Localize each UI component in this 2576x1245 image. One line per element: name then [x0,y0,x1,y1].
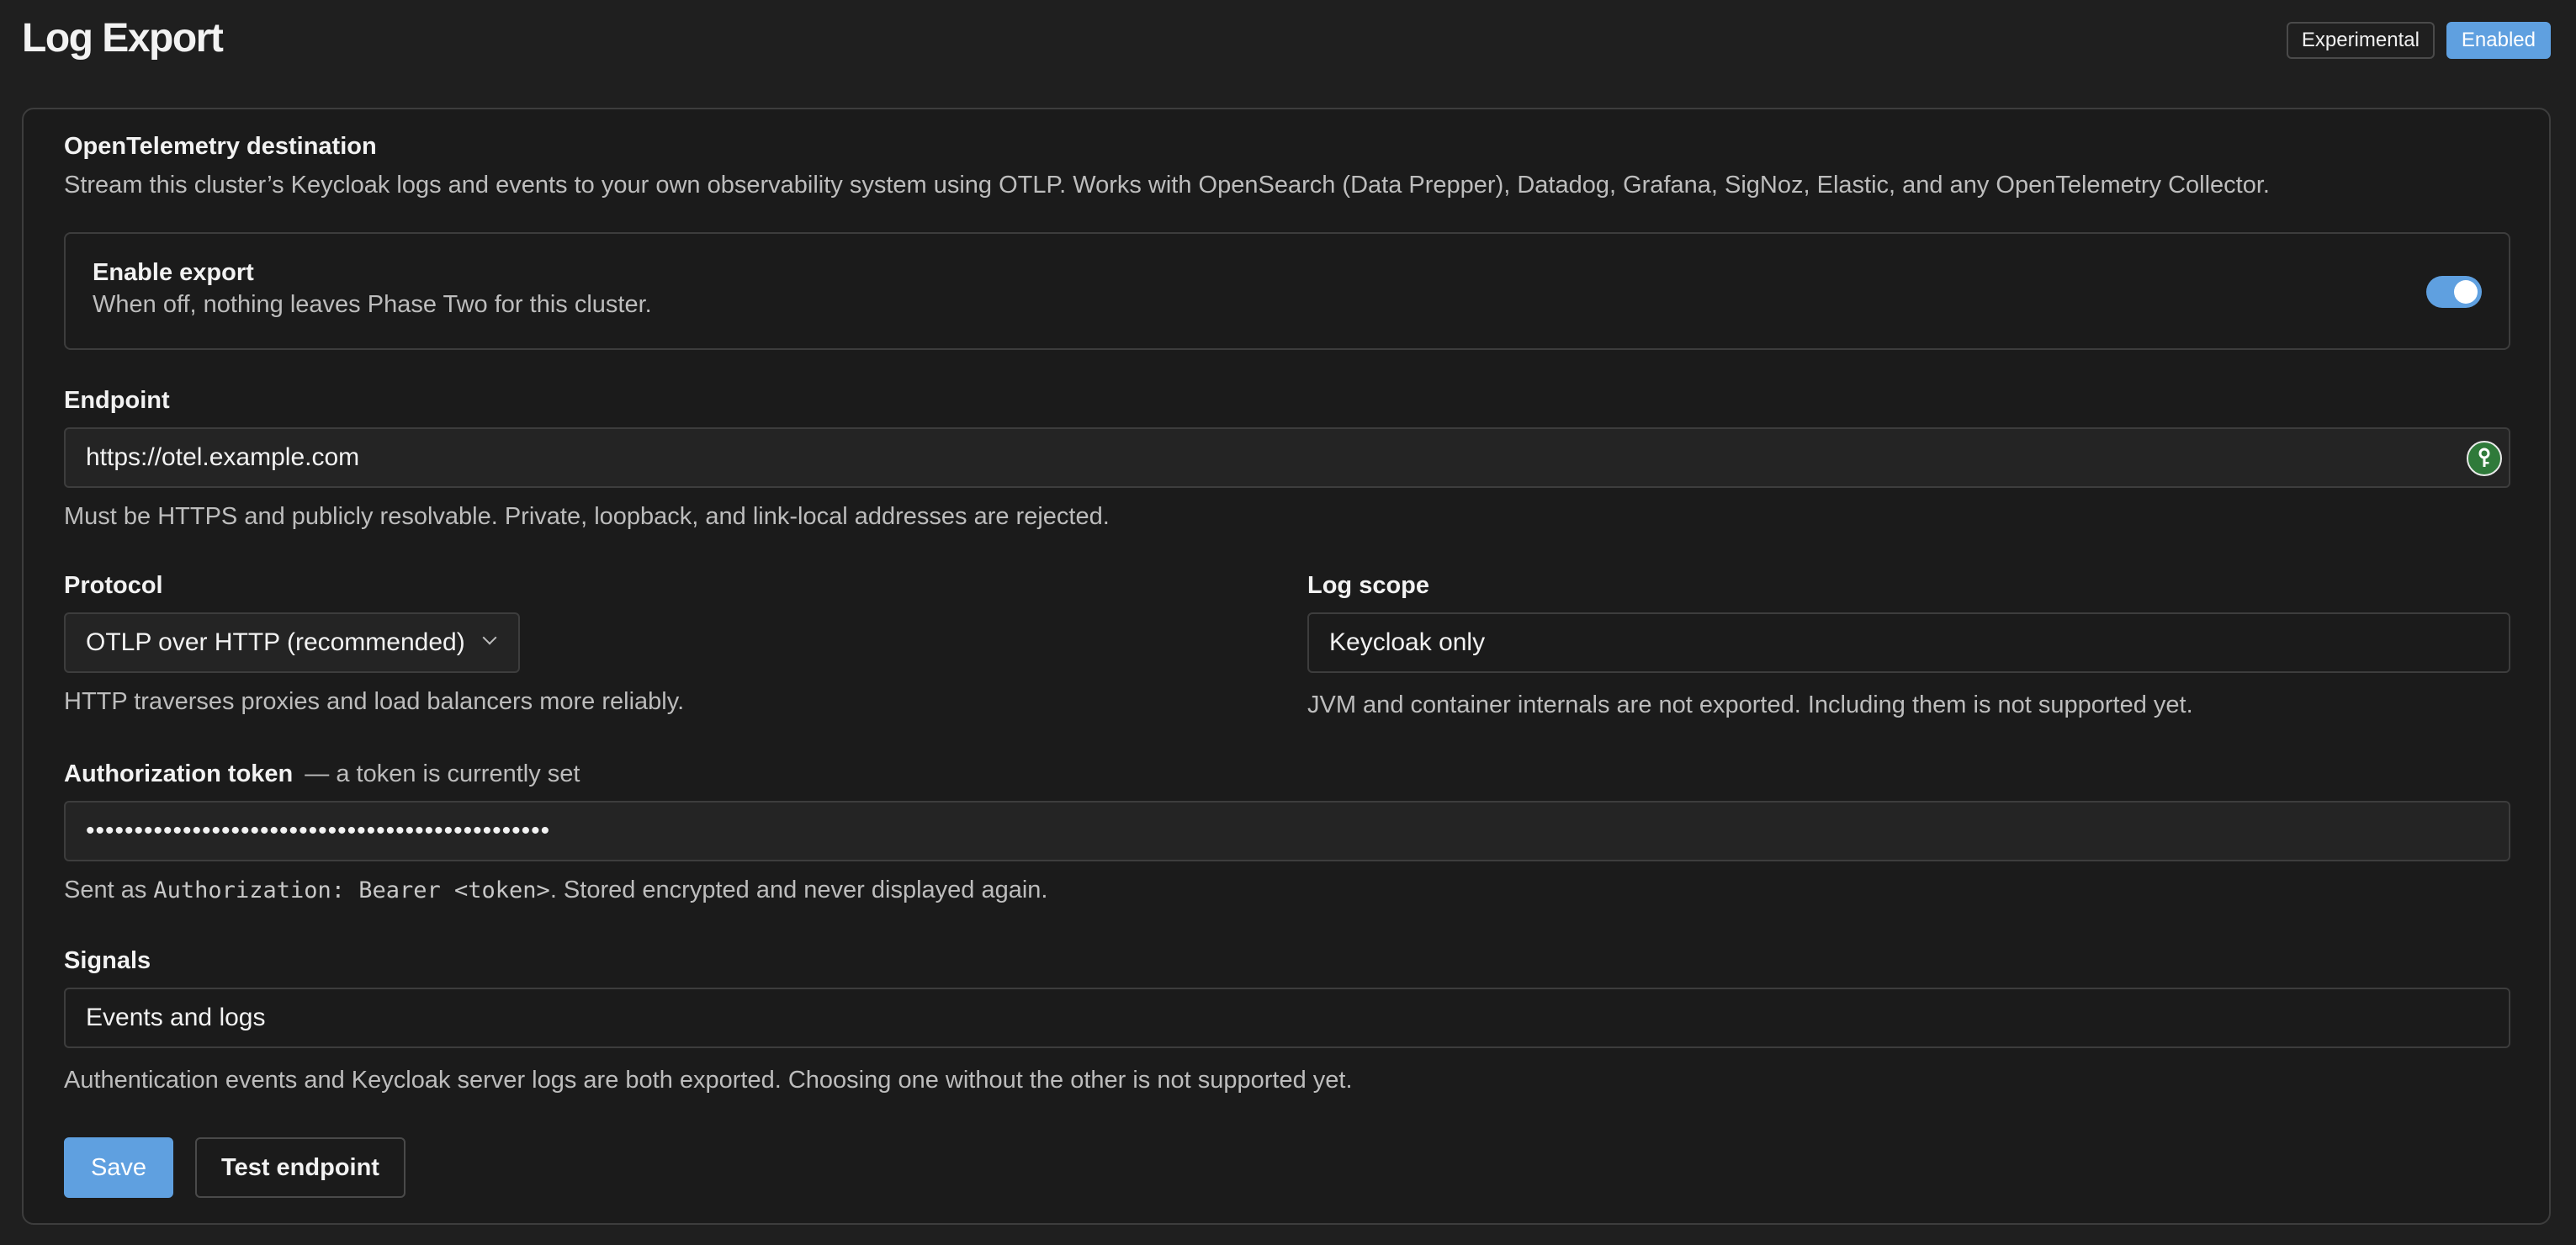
endpoint-label: Endpoint [64,387,170,414]
auth-token-label-text: Authorization token [64,760,294,787]
auth-token-help: Sent as Authorization: Bearer <token>. S… [64,877,1048,903]
enable-export-title: Enable export [93,259,254,286]
endpoint-help: Must be HTTPS and publicly resolvable. P… [64,503,1110,530]
protocol-label: Protocol [64,572,163,599]
log-scope-field[interactable]: Keycloak only [1307,612,2510,673]
status-badges: Experimental Enabled [2286,22,2551,59]
endpoint-value: https://otel.example.com [86,443,360,471]
section-description: Stream this cluster’s Keycloak logs and … [64,172,2270,199]
section-title: OpenTelemetry destination [64,133,377,160]
page-title: Log Export [22,16,224,61]
auth-token-status: — a token is currently set [305,760,580,787]
password-manager-key-icon[interactable] [2467,441,2502,476]
experimental-badge: Experimental [2286,22,2435,59]
log-scope-label: Log scope [1307,572,1430,599]
save-button[interactable]: Save [64,1137,173,1198]
enabled-badge: Enabled [2446,22,2551,59]
chevron-down-icon [482,630,497,645]
log-scope-help: JVM and container internals are not expo… [1307,691,2193,718]
endpoint-input[interactable]: https://otel.example.com [64,427,2510,488]
enable-export-panel: Enable export When off, nothing leaves P… [64,232,2510,350]
otel-destination-card: OpenTelemetry destination Stream this cl… [22,108,2551,1225]
enable-export-description: When off, nothing leaves Phase Two for t… [93,291,652,318]
protocol-selected-value: OTLP over HTTP (recommended) [86,628,465,656]
protocol-help: HTTP traverses proxies and load balancer… [64,688,685,715]
auth-token-input[interactable]: ••••••••••••••••••••••••••••••••••••••••… [64,801,2510,861]
auth-token-label: Authorization token — a token is currentl… [64,760,580,788]
enable-export-toggle[interactable] [2426,276,2482,308]
auth-header-code: Authorization: Bearer <token> [153,877,550,903]
signals-label: Signals [64,947,151,974]
toggle-knob [2454,280,2478,304]
test-endpoint-button[interactable]: Test endpoint [195,1137,405,1198]
protocol-select[interactable]: OTLP over HTTP (recommended) [64,612,520,673]
signals-help: Authentication events and Keycloak serve… [64,1067,1353,1094]
signals-field[interactable]: Events and logs [64,988,2510,1048]
